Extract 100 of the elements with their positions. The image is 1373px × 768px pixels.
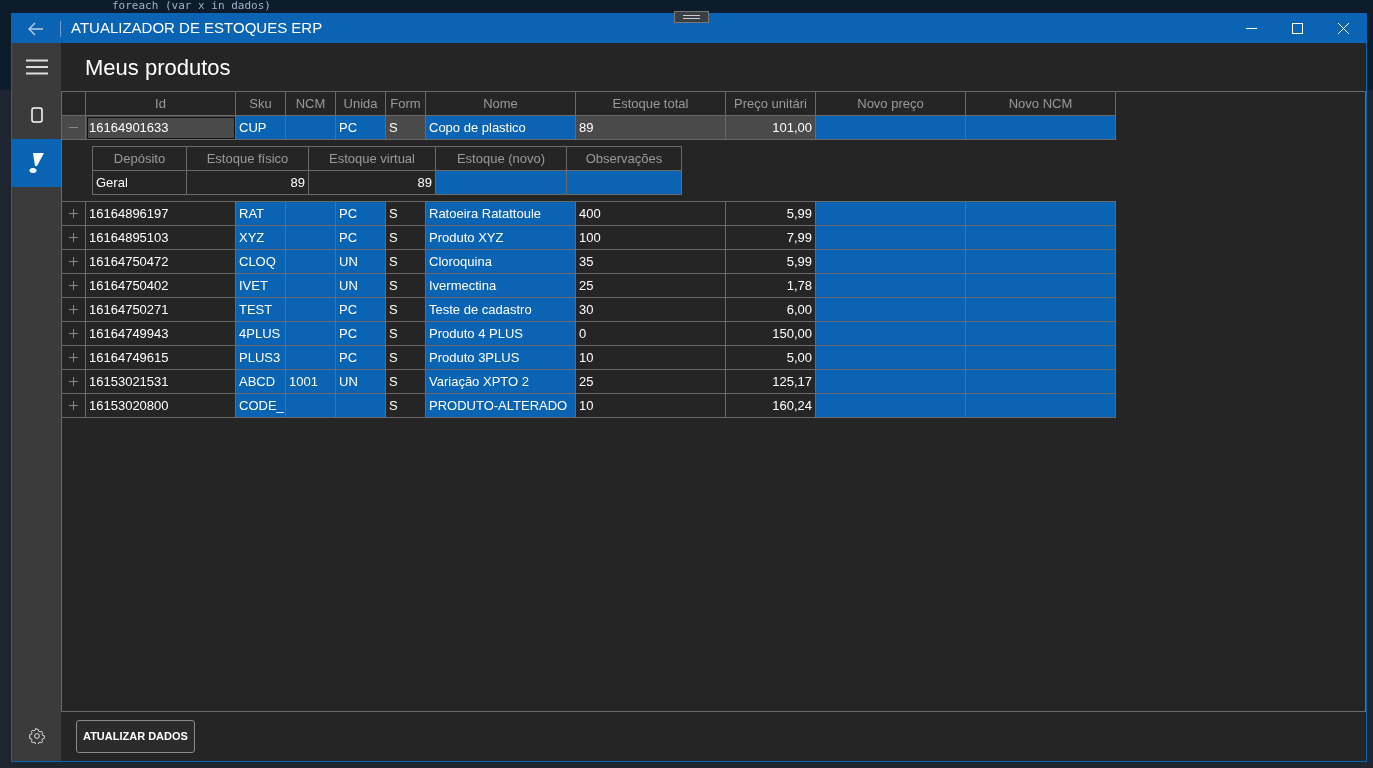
table-cell[interactable]: UN [336,370,386,394]
table-cell[interactable]: Produto 3PLUS [426,346,576,370]
settings-icon [28,728,45,744]
table-cell[interactable]: Variação XPTO 2 [426,370,576,394]
table-cell[interactable] [816,322,966,346]
table-cell[interactable] [286,346,336,370]
table-cell: 125,17 [726,370,816,394]
expand-button[interactable] [62,298,86,322]
table-cell[interactable] [816,250,966,274]
table-cell[interactable] [286,226,336,250]
table-cell[interactable] [966,394,1116,418]
expand-button[interactable] [62,346,86,370]
table-cell: 16164750402 [86,274,236,298]
table-cell[interactable]: PC [336,322,386,346]
table-cell: 25 [576,274,726,298]
table-cell: S [386,370,426,394]
table-cell[interactable] [816,226,966,250]
table-cell[interactable]: CLOQ [236,250,286,274]
table-cell[interactable]: TEST [236,298,286,322]
expand-button[interactable] [62,274,86,298]
table-cell[interactable] [816,202,966,226]
table-cell[interactable] [966,346,1116,370]
table-cell[interactable]: PC [336,346,386,370]
table-cell[interactable] [816,274,966,298]
table-cell: 0 [576,322,726,346]
table-cell[interactable] [966,370,1116,394]
table-cell[interactable]: XYZ [236,226,286,250]
table-cell[interactable]: Teste de cadastro [426,298,576,322]
table-cell[interactable] [567,171,682,195]
table-cell: 5,99 [726,202,816,226]
plus-icon [69,257,78,266]
table-cell[interactable] [966,250,1116,274]
table-cell[interactable]: PC [336,202,386,226]
menu-icon [25,59,48,75]
table-cell[interactable] [816,394,966,418]
table-cell: S [386,116,426,140]
plus-icon [69,401,78,410]
table-cell[interactable]: Cloroquina [426,250,576,274]
table-cell[interactable]: Produto 4 PLUS [426,322,576,346]
table-cell[interactable] [286,274,336,298]
table-cell[interactable] [816,298,966,322]
expand-button[interactable] [62,370,86,394]
table-cell[interactable]: PC [336,116,386,140]
table-cell[interactable] [966,322,1116,346]
table-cell[interactable] [816,370,966,394]
expand-button[interactable] [62,394,86,418]
table-cell[interactable]: PRODUTO-ALTERADO [426,394,576,418]
table-cell: 150,00 [726,322,816,346]
table-cell[interactable]: UN [336,250,386,274]
table-cell[interactable] [966,274,1116,298]
table-cell: 16164901633 [86,116,236,140]
expand-button[interactable] [62,322,86,346]
expand-button[interactable] [62,202,86,226]
table-cell[interactable]: Copo de plastico [426,116,576,140]
grip-handle-icon[interactable] [674,11,709,23]
table-cell[interactable] [436,171,567,195]
table-cell[interactable] [816,346,966,370]
table-cell[interactable] [966,226,1116,250]
table-cell[interactable] [286,202,336,226]
table-cell[interactable]: 1001 [286,370,336,394]
table-cell[interactable] [966,202,1116,226]
sidebar-item[interactable] [12,139,61,187]
table-cell[interactable] [966,298,1116,322]
table-cell[interactable]: Ivermectina [426,274,576,298]
table-cell[interactable]: PC [336,298,386,322]
table-cell[interactable]: PLUS3 [236,346,286,370]
table-cell[interactable]: UN [336,274,386,298]
table-cell: 5,00 [726,346,816,370]
table-cell[interactable] [816,116,966,140]
table-cell[interactable]: Produto XYZ [426,226,576,250]
expand-button[interactable] [62,250,86,274]
table-cell[interactable] [966,116,1116,140]
maximize-icon [1291,23,1303,34]
page-title: Meus produtos [84,54,232,82]
table-cell[interactable]: Ratoeira Ratattoule [426,202,576,226]
table-cell[interactable] [286,394,336,418]
table-cell: 25 [576,370,726,394]
table-cell[interactable]: CODE_ [236,394,286,418]
table-cell[interactable] [286,298,336,322]
table-cell[interactable]: IVET [236,274,286,298]
table-cell[interactable] [286,322,336,346]
table-cell[interactable] [286,250,336,274]
table-cell: 89 [187,171,309,195]
table-cell[interactable] [286,116,336,140]
table-cell: 16164749943 [86,322,236,346]
update-button[interactable]: ATUALIZAR DADOS [76,720,195,753]
table-cell[interactable] [336,394,386,418]
tablet-icon [30,107,43,123]
table-cell[interactable]: CUP [236,116,286,140]
table-cell[interactable]: ABCD [236,370,286,394]
table-cell[interactable]: 4PLUS [236,322,286,346]
table-cell: 16164749615 [86,346,236,370]
expand-button[interactable] [62,226,86,250]
table-cell[interactable]: RAT [236,202,286,226]
table-cell: 10 [576,394,726,418]
table-cell[interactable]: PC [336,226,386,250]
table-cell: S [386,346,426,370]
collapse-button[interactable] [62,116,86,140]
table-cell: S [386,274,426,298]
table-cell: 16153021531 [86,370,236,394]
